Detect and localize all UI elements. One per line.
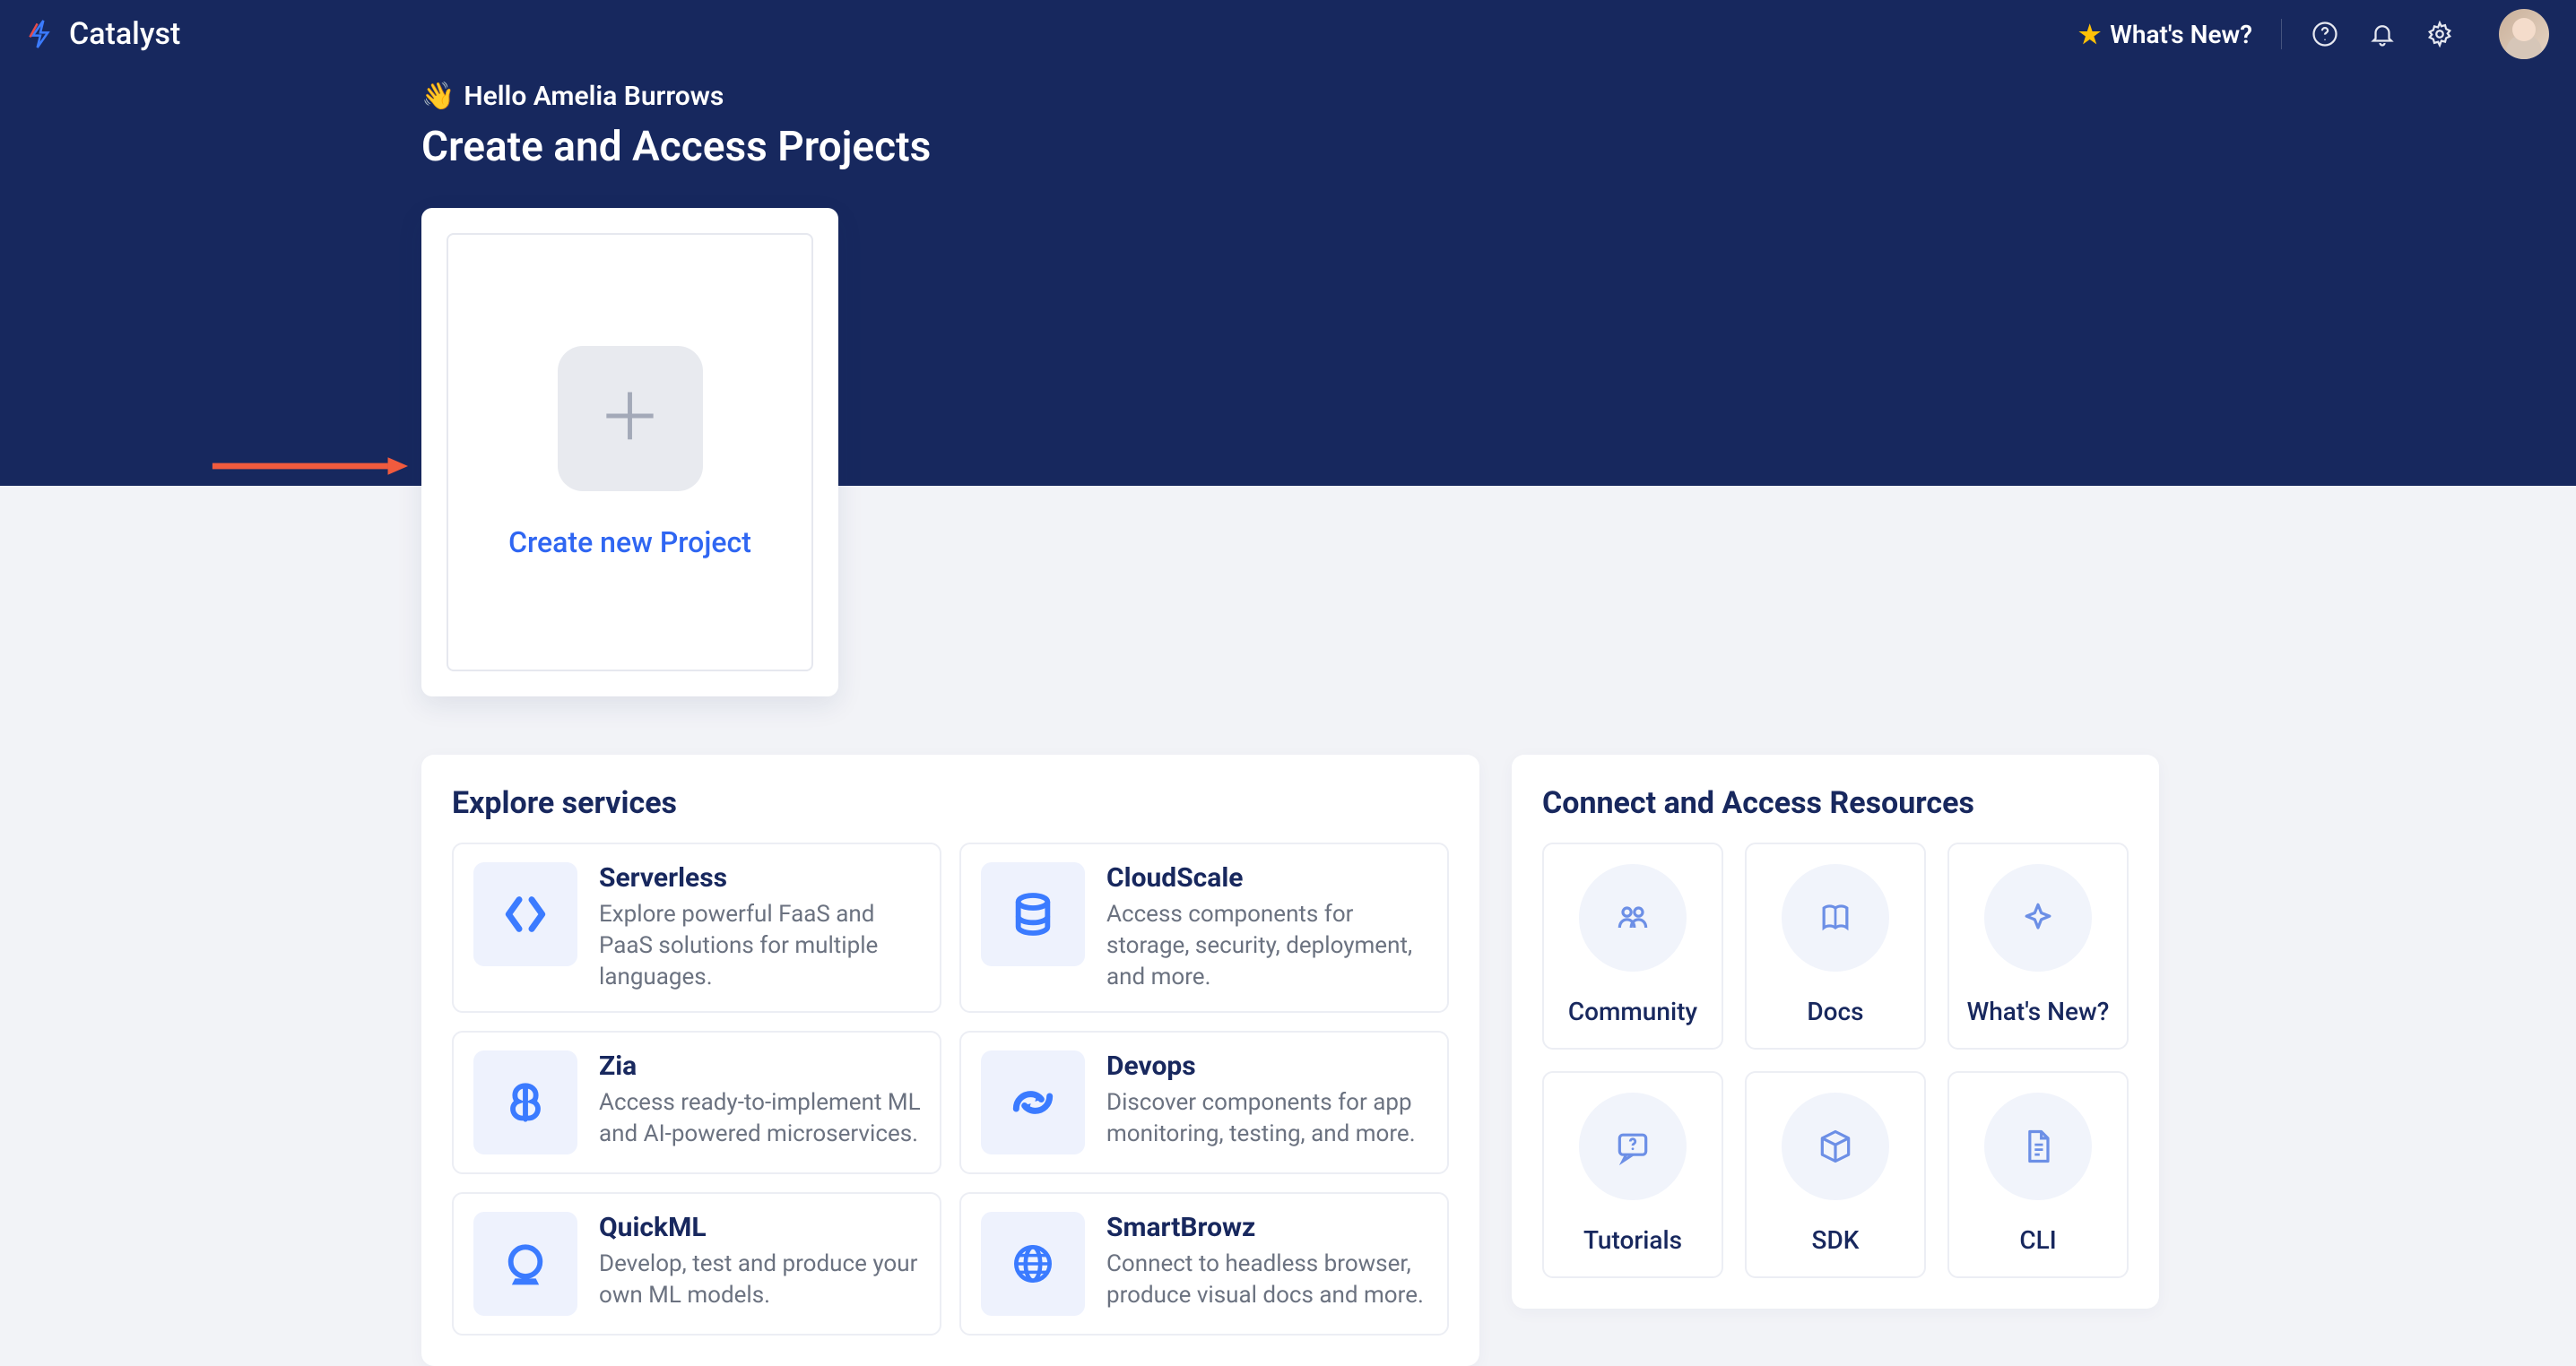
service-desc: Develop, test and produce your own ML mo… [599, 1249, 922, 1311]
explore-services-panel: Explore services Serverless Explore power… [421, 755, 1479, 1366]
avatar[interactable] [2499, 9, 2549, 59]
whats-new-link[interactable]: ★ What's New? [2078, 19, 2282, 49]
service-card-devops[interactable]: Devops Discover components for app monito… [959, 1031, 1449, 1174]
service-title: Serverless [599, 862, 922, 894]
resources-panel: Connect and Access Resources Community Do… [1512, 755, 2159, 1309]
resource-card-cli[interactable]: CLI [1947, 1071, 2129, 1278]
service-card-serverless[interactable]: Serverless Explore powerful FaaS and PaaS… [452, 843, 941, 1013]
resources-title: Connect and Access Resources [1542, 785, 2129, 821]
devops-icon [981, 1050, 1085, 1154]
create-project-label: Create new Project [508, 525, 751, 559]
service-card-cloudscale[interactable]: CloudScale Access components for storage,… [959, 843, 1449, 1013]
help-icon[interactable] [2311, 20, 2339, 48]
service-title: QuickML [599, 1212, 922, 1243]
service-text: CloudScale Access components for storage,… [1106, 862, 1429, 993]
create-project-inner: ＋ Create new Project [447, 233, 813, 671]
greeting: 👋 Hello Amelia Burrows [421, 81, 2576, 112]
package-icon [1782, 1093, 1889, 1200]
resource-label: Community [1568, 997, 1697, 1026]
service-desc: Explore powerful FaaS and PaaS solutions… [599, 899, 922, 993]
service-title: CloudScale [1106, 862, 1429, 894]
service-desc: Access components for storage, security,… [1106, 899, 1429, 993]
resource-card-community[interactable]: Community [1542, 843, 1723, 1050]
resource-label: Tutorials [1583, 1225, 1682, 1255]
explore-title: Explore services [452, 785, 1449, 821]
resource-card-what-s-new-[interactable]: What's New? [1947, 843, 2129, 1050]
hero-content: 👋 Hello Amelia Burrows Create and Access… [0, 68, 2576, 171]
service-title: Devops [1106, 1050, 1429, 1082]
greeting-text: Hello Amelia Burrows [464, 81, 724, 112]
community-icon [1579, 864, 1687, 972]
wave-icon: 👋 [421, 81, 455, 112]
top-actions: ★ What's New? [2078, 9, 2549, 59]
bell-icon[interactable] [2368, 20, 2397, 48]
service-text: Devops Discover components for app monito… [1106, 1050, 1429, 1150]
file-code-icon [1984, 1093, 2092, 1200]
resource-card-tutorials[interactable]: Tutorials [1542, 1071, 1723, 1278]
resource-label: CLI [2019, 1225, 2056, 1255]
globe-icon [981, 1212, 1085, 1316]
page-title: Create and Access Projects [421, 123, 2576, 171]
service-text: Zia Access ready-to-implement ML and AI-p… [599, 1050, 922, 1150]
service-desc: Discover components for app monitoring, … [1106, 1087, 1429, 1150]
service-desc: Connect to headless browser, produce vis… [1106, 1249, 1429, 1311]
service-card-zia[interactable]: Zia Access ready-to-implement ML and AI-p… [452, 1031, 941, 1174]
resource-label: Docs [1807, 997, 1863, 1026]
brand-name: Catalyst [69, 16, 180, 52]
resource-card-docs[interactable]: Docs [1745, 843, 1926, 1050]
hero-banner: Catalyst ★ What's New? 👋 Hello Amelia Bu… [0, 0, 2576, 486]
book-icon [1782, 864, 1889, 972]
database-icon [981, 862, 1085, 966]
service-text: QuickML Develop, test and produce your ow… [599, 1212, 922, 1311]
content-area: Explore services Serverless Explore power… [0, 486, 2576, 1366]
crystal-ball-icon [473, 1212, 577, 1316]
annotation-arrow [208, 454, 410, 479]
resource-label: SDK [1812, 1225, 1860, 1255]
resource-card-sdk[interactable]: SDK [1745, 1071, 1926, 1278]
code-icon [473, 862, 577, 966]
top-bar: Catalyst ★ What's New? [0, 0, 2576, 68]
service-card-quickml[interactable]: QuickML Develop, test and produce your ow… [452, 1192, 941, 1336]
service-text: Serverless Explore powerful FaaS and PaaS… [599, 862, 922, 993]
service-title: SmartBrowz [1106, 1212, 1429, 1243]
resource-label: What's New? [1967, 997, 2110, 1026]
star-icon: ★ [2078, 20, 2101, 49]
chat-help-icon [1579, 1093, 1687, 1200]
service-desc: Access ready-to-implement ML and AI-powe… [599, 1087, 922, 1150]
service-card-smartbrowz[interactable]: SmartBrowz Connect to headless browser, p… [959, 1192, 1449, 1336]
brain-icon [473, 1050, 577, 1154]
gear-icon[interactable] [2425, 20, 2454, 48]
plus-icon: ＋ [558, 346, 703, 491]
create-project-card[interactable]: ＋ Create new Project [421, 208, 838, 696]
brand: Catalyst [22, 16, 2078, 52]
service-text: SmartBrowz Connect to headless browser, p… [1106, 1212, 1429, 1311]
sparkle-icon [1984, 864, 2092, 972]
service-title: Zia [599, 1050, 922, 1082]
catalyst-logo-icon [22, 16, 58, 52]
whats-new-label: What's New? [2110, 20, 2252, 49]
